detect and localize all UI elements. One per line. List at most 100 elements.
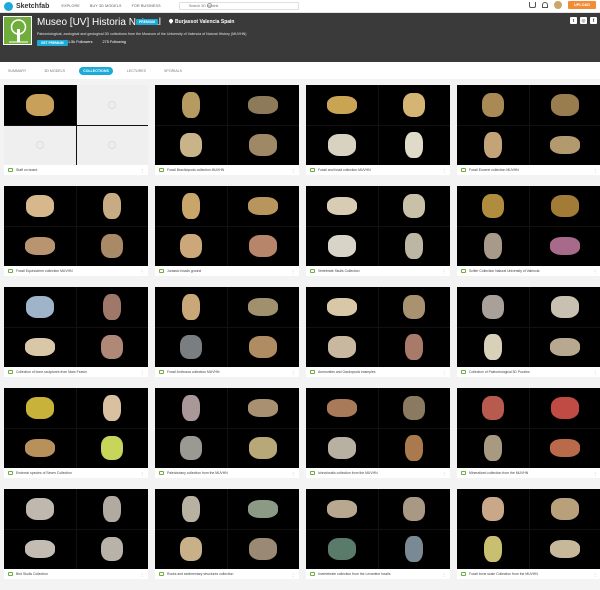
collection-card[interactable]: Scifier Collection Natural University of… <box>457 186 600 276</box>
more-options-icon[interactable]: ⋮ <box>291 168 295 173</box>
model-thumbnail[interactable] <box>457 428 529 468</box>
more-options-icon[interactable]: ⋮ <box>140 370 144 375</box>
model-thumbnail[interactable] <box>155 125 227 165</box>
model-thumbnail[interactable] <box>4 428 76 468</box>
collection-title[interactable]: Fossil Brachiopods collection MUVHN <box>167 168 288 172</box>
model-thumbnail[interactable] <box>378 529 450 569</box>
collection-title[interactable]: Invertebrate collection from the Levanti… <box>318 572 439 576</box>
model-thumbnail[interactable] <box>457 85 529 125</box>
model-thumbnail[interactable] <box>306 388 378 428</box>
model-thumbnail[interactable] <box>529 529 600 569</box>
collection-thumbnails[interactable] <box>155 186 299 266</box>
model-thumbnail[interactable] <box>529 388 600 428</box>
model-thumbnail[interactable] <box>76 428 148 468</box>
model-thumbnail[interactable] <box>155 287 227 327</box>
collection-thumbnails[interactable] <box>4 388 148 468</box>
collection-thumbnails[interactable] <box>306 186 450 266</box>
more-options-icon[interactable]: ⋮ <box>593 269 597 274</box>
more-options-icon[interactable]: ⋮ <box>291 572 295 577</box>
collection-title[interactable]: Collection of bone sculptures from Mars … <box>16 370 137 374</box>
collection-thumbnails[interactable] <box>457 85 600 165</box>
more-options-icon[interactable]: ⋮ <box>442 168 446 173</box>
profile-avatar[interactable] <box>3 16 32 45</box>
collection-title[interactable]: Endemic species of Seven Collection <box>16 471 137 475</box>
more-options-icon[interactable]: ⋮ <box>593 168 597 173</box>
tab-summary[interactable]: SUMMARY <box>4 67 30 75</box>
model-thumbnail[interactable] <box>227 186 299 226</box>
collection-card[interactable]: Staff on board ⋮ <box>4 85 148 175</box>
collection-thumbnails[interactable] <box>306 85 450 165</box>
collection-title[interactable]: Mineralized collection from the MUVHN <box>469 471 590 475</box>
more-options-icon[interactable]: ⋮ <box>593 572 597 577</box>
collection-title[interactable]: Scifier Collection Natural University of… <box>469 269 590 273</box>
collection-title[interactable]: Ammonites and Gastropods examples <box>318 370 439 374</box>
more-options-icon[interactable]: ⋮ <box>140 168 144 173</box>
collection-thumbnails[interactable] <box>457 287 600 367</box>
collection-thumbnails[interactable] <box>457 489 600 569</box>
model-thumbnail[interactable] <box>227 125 299 165</box>
model-thumbnail[interactable] <box>306 85 378 125</box>
collection-card[interactable]: Vertebrate Skulls Collection ⋮ <box>306 186 450 276</box>
followers-count[interactable]: 1.5k Followers <box>68 40 92 44</box>
search-input[interactable] <box>178 2 299 10</box>
model-thumbnail[interactable] <box>155 428 227 468</box>
more-options-icon[interactable]: ⋮ <box>291 269 295 274</box>
model-thumbnail[interactable] <box>76 388 148 428</box>
model-thumbnail[interactable] <box>76 529 148 569</box>
collection-card[interactable]: Fossil Equinoderm collection MUVHN ⋮ <box>4 186 148 276</box>
model-thumbnail[interactable] <box>378 287 450 327</box>
model-thumbnail[interactable] <box>76 489 148 529</box>
collection-card[interactable]: Fossil Brachiopods collection MUVHN ⋮ <box>155 85 299 175</box>
model-thumbnail[interactable] <box>457 489 529 529</box>
collection-thumbnails[interactable] <box>155 388 299 468</box>
tab-lectures[interactable]: LECTURES <box>123 67 150 75</box>
collection-thumbnails[interactable] <box>306 489 450 569</box>
model-thumbnail[interactable] <box>227 388 299 428</box>
model-thumbnail[interactable] <box>76 226 148 266</box>
collection-title[interactable]: Rocks and sedimentary structures collect… <box>167 572 288 576</box>
sketchfab-logo[interactable]: Sketchfab <box>4 1 49 11</box>
model-thumbnail[interactable] <box>76 186 148 226</box>
model-thumbnail[interactable] <box>227 327 299 367</box>
model-thumbnail[interactable] <box>155 489 227 529</box>
nav-explore[interactable]: EXPLORE <box>61 4 79 8</box>
model-thumbnail[interactable] <box>457 186 529 226</box>
model-thumbnail[interactable] <box>306 327 378 367</box>
model-thumbnail[interactable] <box>306 489 378 529</box>
model-thumbnail[interactable] <box>76 327 148 367</box>
model-thumbnail[interactable] <box>529 226 600 266</box>
model-thumbnail[interactable] <box>378 327 450 367</box>
model-thumbnail[interactable] <box>227 85 299 125</box>
tab-3d-models[interactable]: 3D MODELS <box>40 67 69 75</box>
collection-card[interactable]: Fossil Anthozoa collection MUVHN ⋮ <box>155 287 299 377</box>
model-thumbnail[interactable] <box>378 489 450 529</box>
collection-thumbnails[interactable] <box>4 85 148 165</box>
collection-thumbnails[interactable] <box>457 186 600 266</box>
model-thumbnail[interactable] <box>4 85 76 125</box>
collection-thumbnails[interactable] <box>155 489 299 569</box>
collection-card[interactable]: Rocks and sedimentary structures collect… <box>155 489 299 579</box>
collection-card[interactable]: Invertebrate collection from the Levanti… <box>306 489 450 579</box>
model-thumbnail[interactable] <box>306 125 378 165</box>
model-thumbnail[interactable] <box>4 226 76 266</box>
collection-thumbnails[interactable] <box>457 388 600 468</box>
model-thumbnail[interactable] <box>4 327 76 367</box>
collection-title[interactable]: Ichnofossils collection from the MUVHN <box>318 471 439 475</box>
collection-card[interactable]: Collection of bone sculptures from Mars … <box>4 287 148 377</box>
model-thumbnail[interactable] <box>378 85 450 125</box>
collection-card[interactable]: Mineralized collection from the MUVHN ⋮ <box>457 388 600 478</box>
collection-title[interactable]: Fossil and fossil collection MUVHN <box>318 168 439 172</box>
model-thumbnail[interactable] <box>378 125 450 165</box>
twitter-icon[interactable]: t <box>570 17 577 24</box>
collection-title[interactable]: Jurassic fossils ground <box>167 269 288 273</box>
model-thumbnail[interactable] <box>529 125 600 165</box>
collection-card[interactable]: Bird Skulls Collection ⋮ <box>4 489 148 579</box>
model-thumbnail[interactable] <box>4 388 76 428</box>
collection-title[interactable]: Bird Skulls Collection <box>16 572 137 576</box>
collection-title[interactable]: Vertebrate Skulls Collection <box>318 269 439 273</box>
model-thumbnail[interactable] <box>4 186 76 226</box>
collection-thumbnails[interactable] <box>155 287 299 367</box>
model-thumbnail[interactable] <box>378 388 450 428</box>
collection-card[interactable]: Collection of Paleontological 3D Puzzles… <box>457 287 600 377</box>
tab-collections[interactable]: COLLECTIONS <box>79 66 113 75</box>
